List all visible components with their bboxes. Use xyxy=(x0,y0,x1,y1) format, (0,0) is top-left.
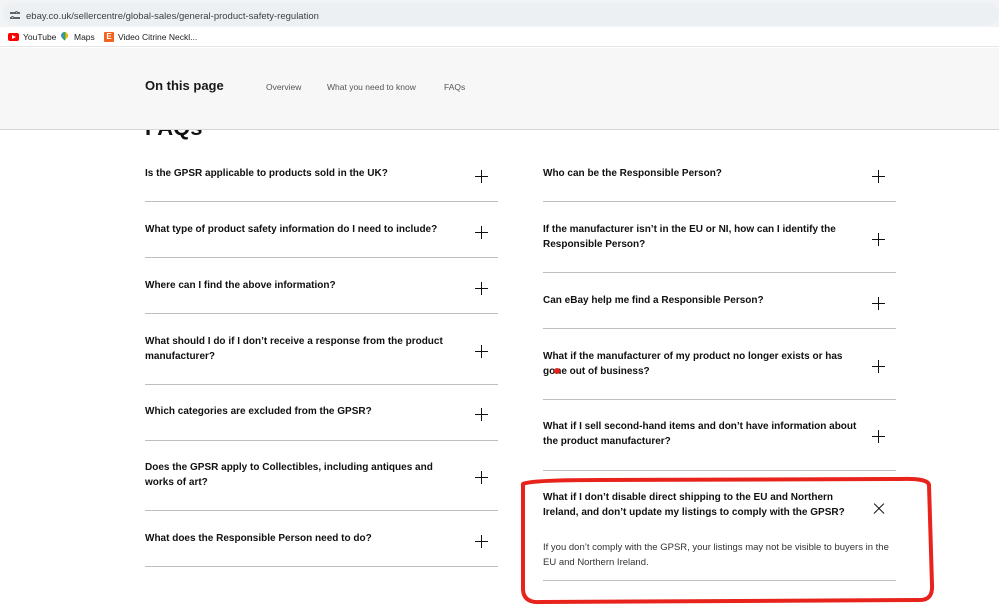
faq-item-expanded[interactable]: What if I don’t disable direct shipping … xyxy=(543,471,896,581)
faq-item[interactable]: Can eBay help me find a Responsible Pers… xyxy=(543,273,896,329)
plus-icon[interactable] xyxy=(872,430,885,443)
faq-question[interactable]: Does the GPSR apply to Collectibles, inc… xyxy=(145,460,455,490)
plus-icon[interactable] xyxy=(475,535,488,548)
faq-item[interactable]: Is the GPSR applicable to products sold … xyxy=(145,160,498,202)
faq-question[interactable]: What type of product safety information … xyxy=(145,222,455,237)
faq-question[interactable]: What should I do if I don’t receive a re… xyxy=(145,334,455,364)
plus-icon[interactable] xyxy=(872,233,885,246)
faq-question[interactable]: Can eBay help me find a Responsible Pers… xyxy=(543,293,858,308)
plus-icon[interactable] xyxy=(475,345,488,358)
faq-item[interactable]: Where can I find the above information? xyxy=(145,258,498,314)
faq-item[interactable]: If the manufacturer isn’t in the EU or N… xyxy=(543,202,896,273)
plus-icon[interactable] xyxy=(872,360,885,373)
address-bar: ebay.co.uk/sellercentre/global-sales/gen… xyxy=(0,0,999,27)
faq-item[interactable]: Which categories are excluded from the G… xyxy=(145,385,498,441)
faq-question[interactable]: What does the Responsible Person need to… xyxy=(145,531,455,546)
faq-question[interactable]: What if I don’t disable direct shipping … xyxy=(543,490,853,520)
site-settings-icon[interactable] xyxy=(10,11,20,20)
maps-icon xyxy=(61,32,68,42)
url-text[interactable]: ebay.co.uk/sellercentre/global-sales/gen… xyxy=(26,11,319,22)
on-this-page-nav: On this page Overview What you need to k… xyxy=(0,48,999,130)
faq-item[interactable]: Who can be the Responsible Person? xyxy=(543,160,896,202)
faq-question[interactable]: What if the manufacturer of my product n… xyxy=(543,349,863,379)
cursor-marker xyxy=(554,368,560,374)
plus-icon[interactable] xyxy=(872,297,885,310)
bookmark-label: Maps xyxy=(74,32,95,42)
faq-question[interactable]: What if I sell second-hand items and don… xyxy=(543,419,865,449)
faq-answer: If you don’t comply with the GPSR, your … xyxy=(543,542,889,568)
faq-question[interactable]: Who can be the Responsible Person? xyxy=(543,166,858,181)
nav-link-faqs[interactable]: FAQs xyxy=(444,82,465,92)
faq-item[interactable]: What if the manufacturer of my product n… xyxy=(543,329,896,400)
bookmarks-bar: YouTube Maps E Video Citrine Neckl... xyxy=(0,27,999,47)
faq-question[interactable]: Is the GPSR applicable to products sold … xyxy=(145,166,455,181)
youtube-icon xyxy=(8,33,19,41)
bookmark-label: Video Citrine Neckl... xyxy=(118,32,198,42)
on-this-page-title: On this page xyxy=(145,78,224,93)
faq-item[interactable]: Does the GPSR apply to Collectibles, inc… xyxy=(145,441,498,511)
faq-item[interactable]: What should I do if I don’t receive a re… xyxy=(145,314,498,385)
plus-icon[interactable] xyxy=(475,471,488,484)
plus-icon[interactable] xyxy=(475,226,488,239)
nav-link-overview[interactable]: Overview xyxy=(266,82,301,92)
faq-question[interactable]: If the manufacturer isn’t in the EU or N… xyxy=(543,222,858,252)
plus-icon[interactable] xyxy=(475,170,488,183)
bookmark-etsy[interactable]: E Video Citrine Neckl... xyxy=(104,31,197,43)
nav-link-what-you-need-to-know[interactable]: What you need to know xyxy=(327,82,416,92)
etsy-icon: E xyxy=(104,32,114,42)
omnibox[interactable]: ebay.co.uk/sellercentre/global-sales/gen… xyxy=(3,3,999,25)
faq-question[interactable]: Where can I find the above information? xyxy=(145,278,455,293)
plus-icon[interactable] xyxy=(475,408,488,421)
plus-icon[interactable] xyxy=(475,282,488,295)
faq-item[interactable]: What if I sell second-hand items and don… xyxy=(543,400,896,471)
faq-item[interactable]: What does the Responsible Person need to… xyxy=(145,511,498,567)
bookmark-label: YouTube xyxy=(23,32,57,42)
plus-icon[interactable] xyxy=(872,170,885,183)
close-icon[interactable] xyxy=(873,502,885,514)
faq-question[interactable]: Which categories are excluded from the G… xyxy=(145,404,455,419)
faq-item[interactable]: What type of product safety information … xyxy=(145,202,498,258)
bookmark-youtube[interactable]: YouTube xyxy=(8,31,56,43)
bookmark-maps[interactable]: Maps xyxy=(61,31,95,43)
